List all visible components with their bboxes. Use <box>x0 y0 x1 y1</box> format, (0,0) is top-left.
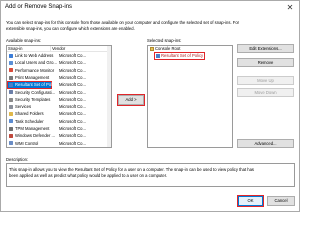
selected-snapins-label: Selected snap-ins: <box>147 38 182 43</box>
move-down-button[interactable]: Move Down <box>237 88 294 97</box>
list-item-name: Security Configurati... <box>15 89 56 95</box>
move-up-button[interactable]: Move Up <box>237 76 294 85</box>
list-item-name: Resultant Set of Policy <box>15 82 58 88</box>
dialog-title: Add or Remove Snap-ins <box>5 4 73 10</box>
description-text-line2: been applied as well as predict what pol… <box>9 173 168 178</box>
list-item-name: Task Scheduler <box>15 118 44 124</box>
list-item[interactable]: Security Configurati... Microsoft Co... <box>8 90 108 96</box>
wmi-icon <box>9 141 13 146</box>
remove-button[interactable]: Remove <box>237 58 294 67</box>
title-bar: Add or Remove Snap-ins ✕ <box>1 1 299 15</box>
users-icon <box>9 61 13 66</box>
list-item-name: TPM Management <box>15 126 50 131</box>
list-item-vendor: Microsoft Co... <box>59 82 86 88</box>
template-icon <box>9 97 13 102</box>
list-item-vendor: Microsoft Co... <box>59 74 86 80</box>
printer-icon <box>9 75 13 80</box>
list-item-name: Shared Folders <box>15 111 44 117</box>
tree-node-label: Console Root <box>155 46 181 51</box>
clock-icon <box>9 119 13 124</box>
selected-snapins-tree[interactable]: Console Root Resultant Set of Policy <box>147 45 233 148</box>
chart-icon <box>9 68 13 73</box>
available-snapins-label: Available snap-ins: <box>6 38 42 43</box>
list-item[interactable]: Link to Web Address Microsoft Co... <box>8 53 108 59</box>
list-item-vendor: Microsoft Co... <box>59 118 86 124</box>
list-item[interactable]: Task Scheduler Microsoft Co... <box>8 119 108 125</box>
cancel-button[interactable]: Cancel <box>267 196 295 206</box>
list-item[interactable]: Performance Monitor Microsoft Co... <box>8 68 108 74</box>
column-header-vendor[interactable]: Vendor <box>51 46 108 52</box>
list-item-name: Link to Web Address <box>15 53 54 58</box>
list-item-vendor: Microsoft Co... <box>59 60 86 66</box>
close-icon[interactable]: ✕ <box>285 2 295 13</box>
list-item-name: Windows Defender ... <box>15 133 56 139</box>
list-item-name: Print Management <box>15 74 50 80</box>
add-button[interactable]: Add > <box>117 94 145 106</box>
ok-button[interactable]: OK <box>237 195 264 207</box>
list-item-vendor: Microsoft Co... <box>59 140 86 146</box>
policy-icon <box>9 82 13 87</box>
edit-extensions-button[interactable]: Edit Extensions... <box>237 44 294 53</box>
list-item-name: Performance Monitor <box>15 67 55 73</box>
list-item[interactable]: Security Templates Microsoft Co... <box>8 97 108 103</box>
tree-node-label: Resultant Set of Policy <box>161 53 204 58</box>
list-item-vendor: Microsoft Co... <box>59 104 86 110</box>
list-item[interactable]: Services Microsoft Co... <box>8 104 108 110</box>
list-item-vendor: Microsoft Co... <box>59 89 86 95</box>
list-item[interactable]: Local Users and Gro... Microsoft Co... <box>8 60 108 66</box>
list-item[interactable]: TPM Management Microsoft Co... <box>8 126 108 132</box>
description-box: This snap-in allows you to view the Resu… <box>6 163 295 187</box>
vertical-scrollbar[interactable] <box>107 46 111 147</box>
shield-icon <box>9 90 13 95</box>
list-item[interactable]: Resultant Set of Policy Microsoft Co... <box>7 81 86 89</box>
intro-text-line2: extensible snap-ins, you can configure w… <box>6 26 135 31</box>
policy-icon <box>156 53 160 58</box>
folder-icon <box>9 112 13 117</box>
column-header-snapin[interactable]: Snap-in <box>7 46 51 52</box>
available-snapins-list[interactable]: Snap-in Vendor Link to Web Address Micros… <box>6 45 112 148</box>
add-remove-snapins-dialog: Add or Remove Snap-ins ✕ You can select … <box>0 0 300 212</box>
chip-icon <box>9 126 13 131</box>
list-item-name: Services <box>15 104 32 110</box>
list-item-name: Local Users and Gro... <box>15 60 57 66</box>
list-item-vendor: Microsoft Co... <box>59 67 86 73</box>
gear-icon <box>9 104 13 109</box>
list-item-vendor: Microsoft Co... <box>59 53 86 58</box>
firewall-icon <box>9 134 13 139</box>
list-item-vendor: Microsoft Co... <box>59 126 86 131</box>
tree-node-resultant-set-of-policy[interactable]: Resultant Set of Policy <box>154 52 206 60</box>
list-item[interactable]: WMI Control Microsoft Co... <box>8 141 108 147</box>
link-icon <box>9 53 13 58</box>
list-item[interactable]: Windows Defender ... Microsoft Co... <box>8 133 108 139</box>
advanced-button[interactable]: Advanced... <box>237 139 294 148</box>
folder-icon <box>150 46 154 51</box>
list-item-name: Security Templates <box>15 96 51 102</box>
description-label: Description: <box>6 157 29 162</box>
list-item-name: WMI Control <box>15 140 39 146</box>
list-item[interactable]: Print Management Microsoft Co... <box>8 75 108 81</box>
list-item-vendor: Microsoft Co... <box>59 133 86 139</box>
list-item-vendor: Microsoft Co... <box>59 96 86 102</box>
intro-text-line1: You can select snap-ins for this console… <box>6 20 240 25</box>
list-item-vendor: Microsoft Co... <box>59 111 86 117</box>
description-text-line1: This snap-in allows you to view the Resu… <box>9 167 255 172</box>
list-item[interactable]: Shared Folders Microsoft Co... <box>8 111 108 117</box>
